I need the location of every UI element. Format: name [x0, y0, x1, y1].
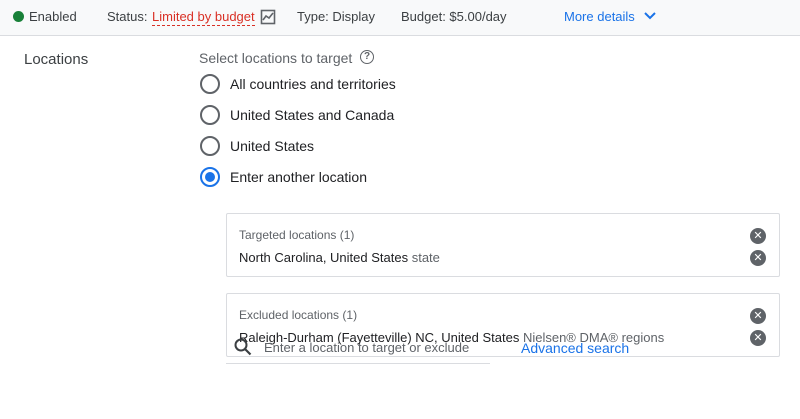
targeted-location-item: North Carolina, United States state: [239, 250, 440, 265]
radio-another-location[interactable]: Enter another location: [200, 166, 367, 188]
radio-label: United States: [230, 138, 315, 154]
select-locations-label: Select locations to target: [199, 50, 353, 66]
radio-button[interactable]: [200, 105, 220, 125]
radio-button[interactable]: [200, 136, 220, 156]
targeted-locations-box: Targeted locations (1) ✕ North Carolina,…: [226, 213, 780, 277]
clear-all-excluded-icon[interactable]: ✕: [750, 308, 766, 324]
radio-label: Enter another location: [230, 169, 367, 185]
advanced-search-link[interactable]: Advanced search: [521, 340, 629, 356]
radio-label: All countries and territories: [230, 76, 396, 92]
clear-all-targeted-icon[interactable]: ✕: [750, 228, 766, 244]
remove-excluded-location-icon[interactable]: ✕: [750, 330, 766, 346]
remove-targeted-location-icon[interactable]: ✕: [750, 250, 766, 266]
radio-button-selected[interactable]: [200, 167, 220, 187]
campaign-budget: Budget: $5.00/day: [401, 9, 507, 24]
campaign-status-bar: Enabled Status: Limited by budget Type: …: [0, 0, 800, 36]
status-label: Status:: [107, 9, 148, 24]
radio-button[interactable]: [200, 74, 220, 94]
help-icon[interactable]: ?: [360, 50, 374, 64]
excluded-locations-title: Excluded locations (1): [239, 308, 358, 322]
targeted-location-name: North Carolina, United States: [239, 250, 409, 265]
status-value-limited[interactable]: Limited by budget: [152, 9, 255, 26]
targeted-location-type: state: [411, 250, 440, 265]
location-search: [226, 330, 490, 364]
radio-all-countries[interactable]: All countries and territories: [200, 73, 396, 95]
chevron-down-icon[interactable]: [644, 11, 656, 21]
radio-us-canada[interactable]: United States and Canada: [200, 104, 394, 126]
enabled-status: Enabled: [29, 9, 77, 24]
radio-united-states[interactable]: United States: [200, 135, 314, 157]
trend-chart-icon[interactable]: [260, 9, 276, 25]
location-search-input[interactable]: [264, 337, 488, 357]
campaign-type: Type: Display: [297, 9, 376, 24]
section-title: Locations: [24, 51, 89, 68]
search-icon: [234, 338, 252, 356]
targeted-locations-title: Targeted locations (1): [239, 228, 355, 242]
status-dot-icon: [13, 11, 24, 22]
more-details-link[interactable]: More details: [564, 9, 635, 24]
radio-label: United States and Canada: [230, 107, 395, 123]
